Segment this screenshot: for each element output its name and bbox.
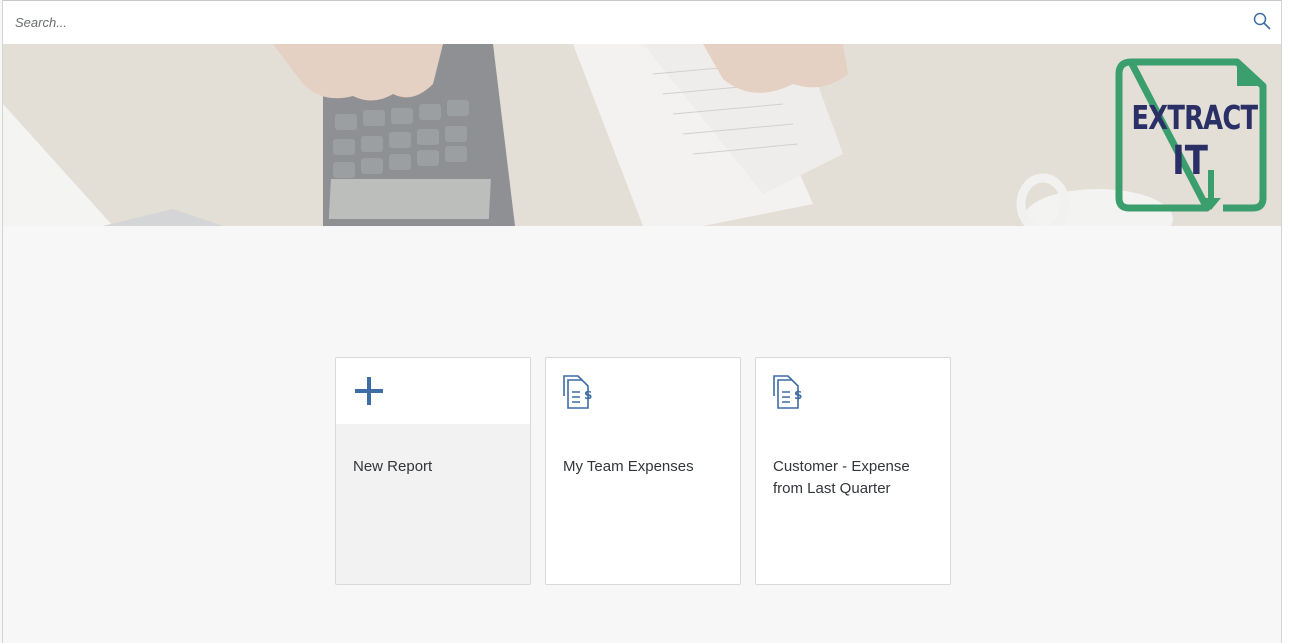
logo-text-it: IT xyxy=(1172,138,1208,184)
logo-text-extract: EXTRACT xyxy=(1131,98,1259,137)
launchpad-frame: EXTRACT IT New Report $ M xyxy=(2,0,1282,643)
search-icon[interactable] xyxy=(1253,12,1271,30)
plus-icon xyxy=(355,377,383,405)
header-banner: EXTRACT IT xyxy=(3,44,1281,226)
tile-label: New Report xyxy=(353,458,433,475)
tile-my-team-expenses[interactable]: $ My Team Expenses xyxy=(545,357,741,585)
tile-header xyxy=(336,358,530,424)
svg-text:$: $ xyxy=(794,388,802,402)
expense-document-icon: $ xyxy=(773,375,802,409)
search-bar xyxy=(3,0,1281,44)
banner-overlay xyxy=(3,44,1281,226)
tile-label: Customer - Expense from Last Quarter xyxy=(773,458,910,497)
svg-text:$: $ xyxy=(584,388,592,402)
expense-document-icon: $ xyxy=(563,375,592,409)
search-input[interactable] xyxy=(15,9,1235,35)
tile-body xyxy=(336,424,530,584)
tile-label: My Team Expenses xyxy=(563,458,694,475)
tile-customer-expense-last-quarter[interactable]: $ Customer - Expense from Last Quarter xyxy=(755,357,951,585)
window-gutter xyxy=(1282,0,1290,643)
extract-it-logo: EXTRACT IT xyxy=(1115,58,1267,214)
tile-new-report[interactable]: New Report xyxy=(335,357,531,585)
